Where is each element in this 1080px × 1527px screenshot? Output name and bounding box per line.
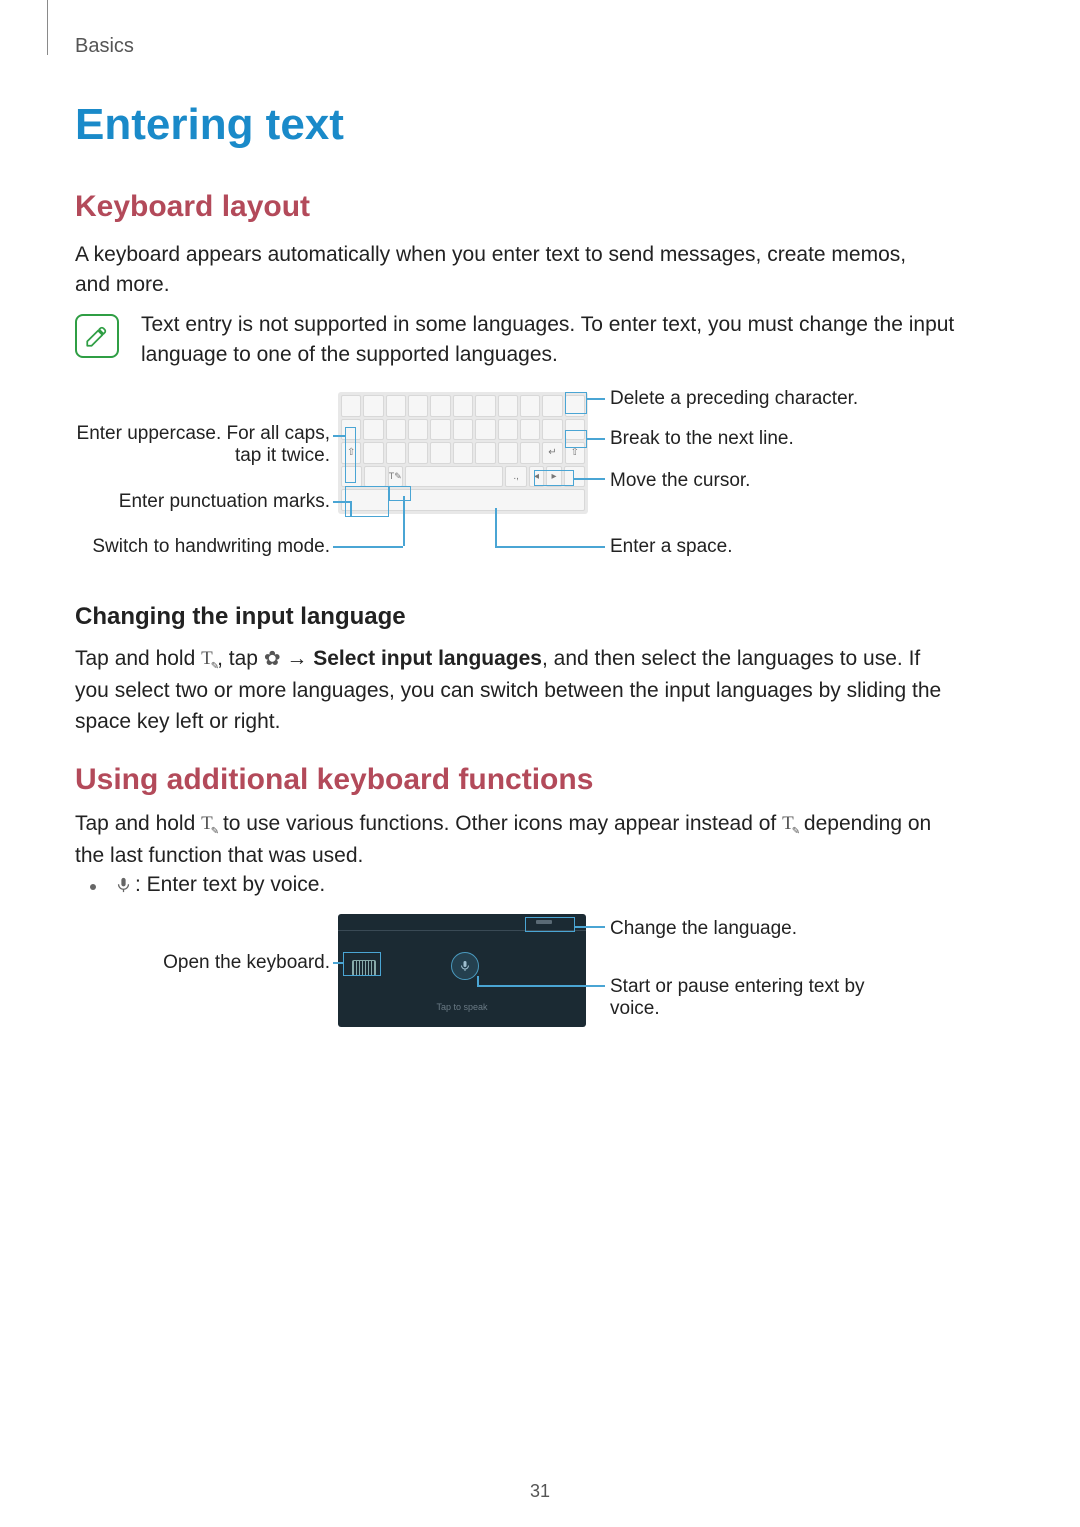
t-pen-icon: T✎ <box>782 810 798 839</box>
pencil-note-icon <box>84 323 110 349</box>
section-keyboard-layout-text: A keyboard appears automatically when yo… <box>75 240 935 301</box>
keyboard-diagram: ⇧ ↵ ⇧ T✎ ., ◂▸ Enter uppercase. For all … <box>75 388 955 568</box>
kb-label-handwriting: Switch to handwriting mode. <box>92 536 330 558</box>
voice-label-change-language: Change the language. <box>610 918 797 940</box>
voice-label-open-keyboard: Open the keyboard. <box>163 952 330 974</box>
kb-label-uppercase-a: Enter uppercase. For all caps, <box>77 423 330 445</box>
gear-icon: ✿ <box>264 644 281 674</box>
note-text: Text entry is not supported in some lang… <box>141 310 955 371</box>
subsection-changing-input-language-title: Changing the input language <box>75 603 406 631</box>
kb-label-space: Enter a space. <box>610 536 733 558</box>
kb-label-punctuation: Enter punctuation marks. <box>119 491 330 513</box>
kb-label-delete: Delete a preceding character. <box>610 388 858 410</box>
kb-label-cursor: Move the cursor. <box>610 470 750 492</box>
section-additional-functions-text: Tap and hold T✎ to use various functions… <box>75 808 945 871</box>
voice-tap-to-speak-label: Tap to speak <box>338 1002 586 1012</box>
subsection-changing-input-language-text: Tap and hold T✎, tap ✿ → Select input la… <box>75 643 945 738</box>
page-title: Entering text <box>75 100 344 150</box>
t-pen-icon: T✎ <box>201 810 217 839</box>
section-additional-functions-title: Using additional keyboard functions <box>75 763 593 797</box>
t-pen-icon: T✎ <box>201 645 217 674</box>
page-number: 31 <box>0 1481 1080 1502</box>
voice-input-diagram: Tap to speak Open the keyboard. Change t… <box>75 912 955 1042</box>
page-margin-line <box>47 0 48 55</box>
bullet-dot-icon <box>90 884 96 890</box>
note-block: Text entry is not supported in some lang… <box>75 310 955 371</box>
voice-label-start-pause: Start or pause entering text by voice. <box>610 976 910 1020</box>
note-icon <box>75 314 119 358</box>
kb-label-uppercase-b: tap it twice. <box>235 445 330 467</box>
section-keyboard-layout-title: Keyboard layout <box>75 190 310 224</box>
microphone-icon <box>115 875 132 895</box>
bullet-voice-input: : Enter text by voice. <box>90 873 325 897</box>
kb-label-nextline: Break to the next line. <box>610 428 794 450</box>
header-section-label: Basics <box>75 35 134 58</box>
voice-mic-button-icon <box>451 952 479 980</box>
